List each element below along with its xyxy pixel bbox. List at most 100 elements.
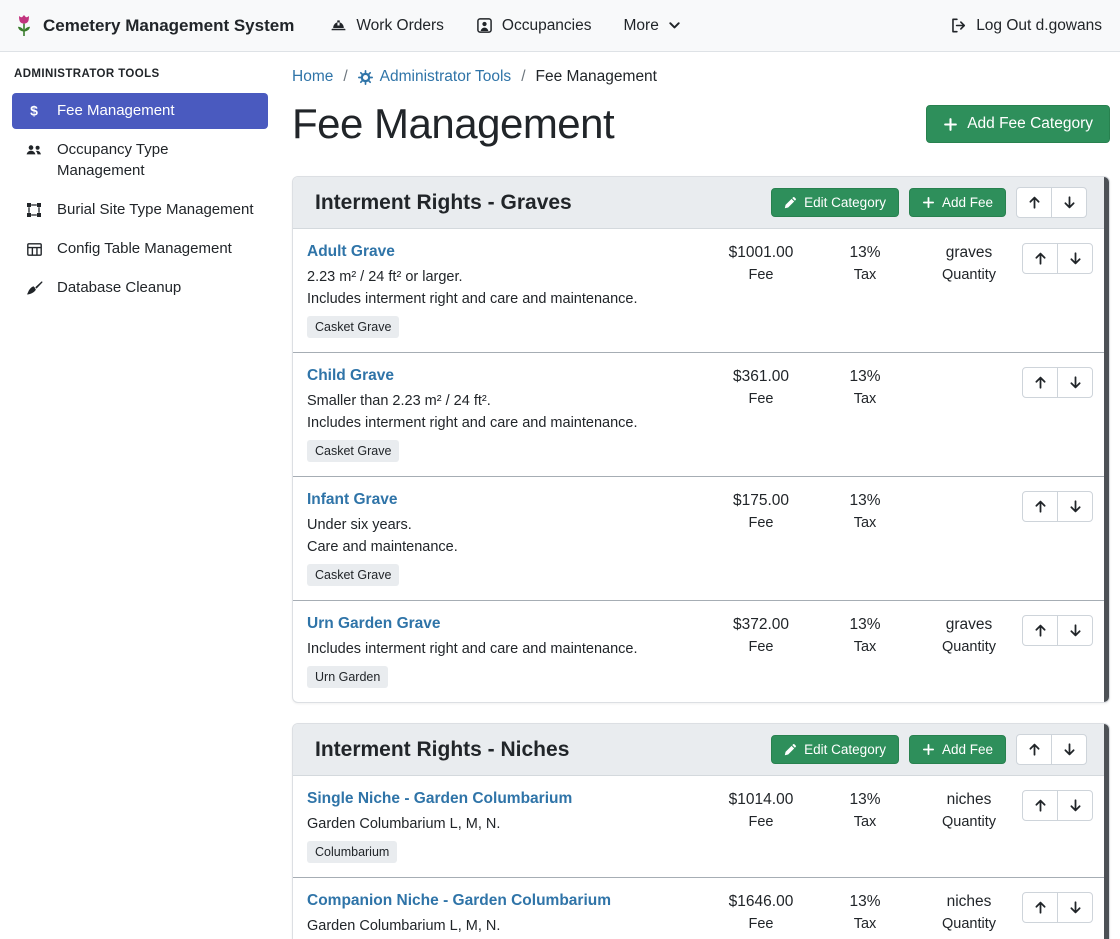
move-fee-up-button[interactable] (1022, 892, 1058, 923)
gear-icon (358, 70, 373, 85)
fee-tax-stat: 13% Tax (813, 367, 917, 407)
move-fee-down-button[interactable] (1057, 243, 1093, 274)
arrow-up-icon (1027, 195, 1042, 210)
move-fee-down-button[interactable] (1057, 892, 1093, 923)
fee-amount-value: $1646.00 (709, 893, 813, 911)
move-category-up-button[interactable] (1016, 187, 1052, 218)
fee-quantity-stat: graves Quantity (917, 243, 1021, 283)
fee-tax-stat: 13% Tax (813, 491, 917, 531)
hard-hat-icon (330, 17, 347, 34)
nav-item-occupancies[interactable]: Occupancies (464, 9, 604, 43)
breadcrumb-current: Fee Management (536, 68, 658, 86)
sidebar-item-label: Burial Site Type Management (57, 200, 254, 220)
move-category-down-button[interactable] (1051, 187, 1087, 218)
move-fee-down-button[interactable] (1057, 790, 1093, 821)
pencil-icon (784, 196, 797, 209)
chevron-down-icon (668, 19, 681, 32)
edit-category-label: Edit Category (804, 195, 886, 210)
add-fee-category-label: Add Fee Category (967, 115, 1093, 133)
fee-amount-label: Fee (709, 916, 813, 932)
arrow-up-icon (1033, 251, 1048, 266)
svg-text:$: $ (30, 103, 38, 119)
add-fee-button[interactable]: Add Fee (909, 735, 1006, 764)
fee-tax-stat: 13% Tax (813, 790, 917, 830)
fee-tax-value: 13% (813, 492, 917, 510)
sidebar-item-label: Occupancy Type Management (57, 140, 256, 181)
nav-item-more[interactable]: More (612, 9, 693, 43)
fee-name-link[interactable]: Urn Garden Grave (307, 615, 441, 633)
move-fee-down-button[interactable] (1057, 491, 1093, 522)
fee-category-card: Interment Rights - Niches Edit Category … (292, 723, 1110, 939)
nav-item-work-orders[interactable]: Work Orders (318, 9, 456, 43)
fee-name-link[interactable]: Child Grave (307, 367, 394, 385)
fee-tax-stat: 13% Tax (813, 615, 917, 655)
card-scrollbar[interactable] (1104, 177, 1109, 702)
fee-description: Includes interment right and care and ma… (307, 641, 693, 657)
sidebar-item-config-table-management[interactable]: Config Table Management (12, 231, 268, 267)
nav-item-label: Work Orders (356, 17, 444, 35)
sidebar-item-database-cleanup[interactable]: Database Cleanup (12, 270, 268, 306)
breadcrumb-admin-tools-label: Administrator Tools (380, 68, 512, 86)
arrow-up-icon (1033, 499, 1048, 514)
fee-amount-label: Fee (709, 267, 813, 283)
sidebar-item-label: Database Cleanup (57, 278, 181, 298)
logout-button[interactable]: Log Out d.gowans (950, 17, 1106, 35)
move-fee-down-button[interactable] (1057, 615, 1093, 646)
sidebar-item-occupancy-type-management[interactable]: Occupancy Type Management (12, 132, 268, 189)
fee-name-link[interactable]: Companion Niche - Garden Columbarium (307, 892, 611, 910)
fee-amount-stat: $175.00 Fee (709, 491, 813, 531)
arrow-up-icon (1033, 375, 1048, 390)
fee-row: Urn Garden Grave Includes interment righ… (293, 601, 1109, 702)
arrow-up-icon (1033, 900, 1048, 915)
card-scrollbar[interactable] (1104, 724, 1109, 939)
arrow-down-icon (1068, 900, 1083, 915)
category-title: Interment Rights - Niches (315, 738, 569, 762)
edit-category-button[interactable]: Edit Category (771, 188, 899, 217)
move-fee-up-button[interactable] (1022, 615, 1058, 646)
fee-tax-label: Tax (813, 267, 917, 283)
arrow-down-icon (1068, 623, 1083, 638)
add-fee-category-button[interactable]: Add Fee Category (926, 105, 1110, 143)
fee-amount-stat: $361.00 Fee (709, 367, 813, 407)
breadcrumb: Home / Administrator Tools / Fee Managem… (292, 68, 1110, 86)
occupancies-icon (476, 17, 493, 34)
fee-quantity-value: niches (917, 791, 1021, 809)
fee-description: Care and maintenance. (307, 539, 693, 555)
fee-amount-value: $1001.00 (709, 244, 813, 262)
arrow-down-icon (1062, 742, 1077, 757)
table-icon (24, 241, 44, 258)
fee-tax-label: Tax (813, 639, 917, 655)
fee-tax-value: 13% (813, 893, 917, 911)
move-fee-up-button[interactable] (1022, 790, 1058, 821)
sidebar-item-label: Config Table Management (57, 239, 232, 259)
breadcrumb-home-link[interactable]: Home (292, 68, 333, 86)
fee-name-link[interactable]: Single Niche - Garden Columbarium (307, 790, 572, 808)
sidebar-item-fee-management[interactable]: $Fee Management (12, 93, 268, 129)
fee-name-link[interactable]: Adult Grave (307, 243, 395, 261)
arrow-up-icon (1033, 798, 1048, 813)
arrow-up-icon (1027, 742, 1042, 757)
fee-description: Under six years. (307, 517, 693, 533)
move-fee-down-button[interactable] (1057, 367, 1093, 398)
fee-tax-label: Tax (813, 391, 917, 407)
app-brand[interactable]: Cemetery Management System (14, 14, 294, 38)
fee-tax-value: 13% (813, 616, 917, 634)
move-fee-up-button[interactable] (1022, 491, 1058, 522)
add-fee-button[interactable]: Add Fee (909, 188, 1006, 217)
move-category-up-button[interactable] (1016, 734, 1052, 765)
fee-name-link[interactable]: Infant Grave (307, 491, 397, 509)
move-fee-up-button[interactable] (1022, 243, 1058, 274)
fee-quantity-stat: niches Quantity (917, 892, 1021, 932)
move-category-down-button[interactable] (1051, 734, 1087, 765)
fee-amount-value: $1014.00 (709, 791, 813, 809)
breadcrumb-admin-tools-link[interactable]: Administrator Tools (358, 68, 512, 86)
category-header: Interment Rights - Graves Edit Category … (293, 177, 1109, 229)
fee-type-badge: Casket Grave (307, 440, 399, 462)
fee-description: Includes interment right and care and ma… (307, 291, 693, 307)
add-fee-label: Add Fee (942, 195, 993, 210)
edit-category-button[interactable]: Edit Category (771, 735, 899, 764)
sidebar-item-burial-site-type-management[interactable]: Burial Site Type Management (12, 192, 268, 228)
move-fee-up-button[interactable] (1022, 367, 1058, 398)
fee-quantity-label: Quantity (917, 639, 1021, 655)
arrow-up-icon (1033, 623, 1048, 638)
